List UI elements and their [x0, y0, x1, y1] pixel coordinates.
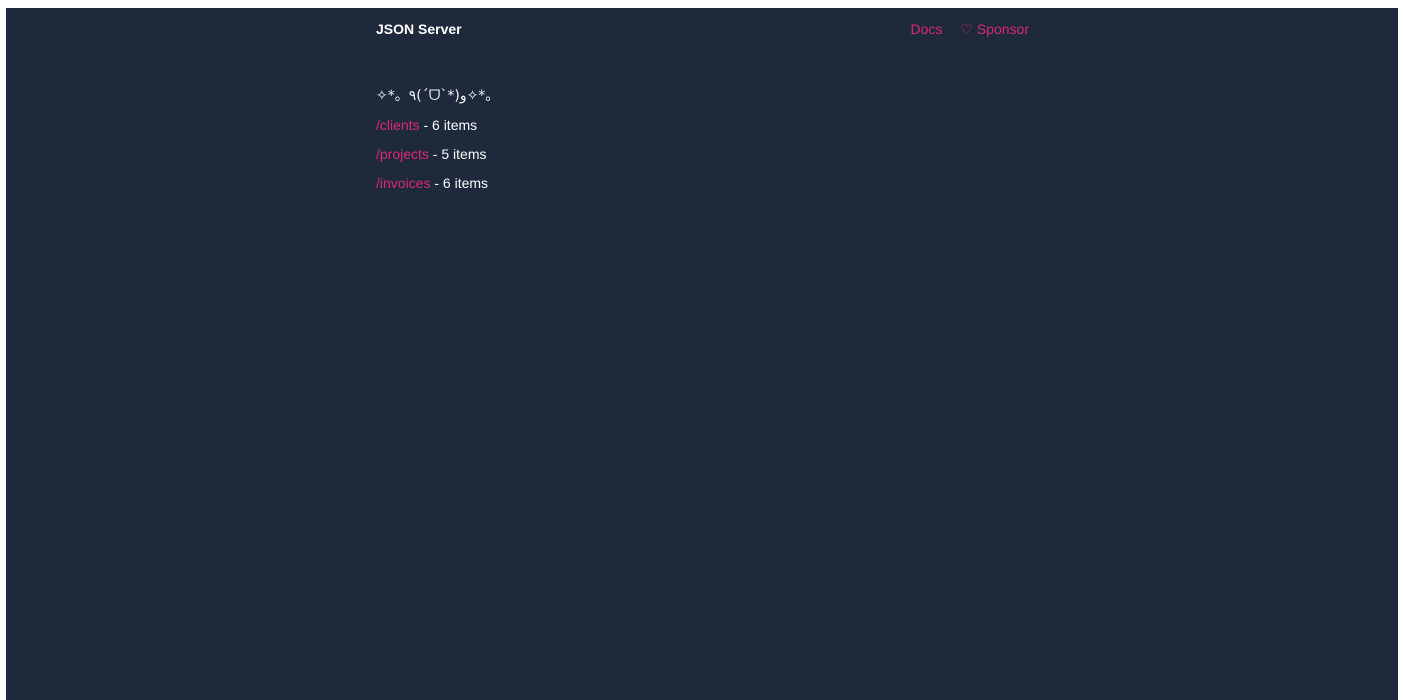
- top-nav: Docs ♡ Sponsor: [910, 21, 1029, 38]
- list-item: /clients - 6 items: [376, 117, 1029, 134]
- header: JSON Server Docs ♡ Sponsor: [376, 8, 1029, 50]
- resource-count: - 5 items: [428, 146, 487, 162]
- resource-link-projects[interactable]: /projects: [376, 146, 429, 162]
- brand-title: JSON Server: [376, 21, 462, 37]
- heart-icon: ♡: [960, 20, 973, 37]
- list-item: /projects - 5 items: [376, 146, 1029, 163]
- sponsor-label: Sponsor: [976, 20, 1029, 37]
- resource-link-invoices[interactable]: /invoices: [376, 175, 430, 191]
- page: JSON Server Docs ♡ Sponsor ✧*。٩(ˊᗜˋ*)و✧*…: [6, 8, 1398, 700]
- resource-count: - 6 items: [419, 117, 478, 133]
- docs-link[interactable]: Docs: [910, 21, 942, 38]
- content-container: JSON Server Docs ♡ Sponsor ✧*。٩(ˊᗜˋ*)و✧*…: [376, 8, 1029, 204]
- sponsor-link[interactable]: ♡ Sponsor: [960, 21, 1029, 38]
- list-item: /invoices - 6 items: [376, 175, 1029, 192]
- kaomoji-greeting: ✧*。٩(ˊᗜˋ*)و✧*。: [376, 88, 500, 104]
- resource-link-clients[interactable]: /clients: [376, 117, 420, 133]
- resource-count: - 6 items: [430, 175, 489, 191]
- resource-list: /clients - 6 items /projects - 5 items /…: [376, 117, 1029, 192]
